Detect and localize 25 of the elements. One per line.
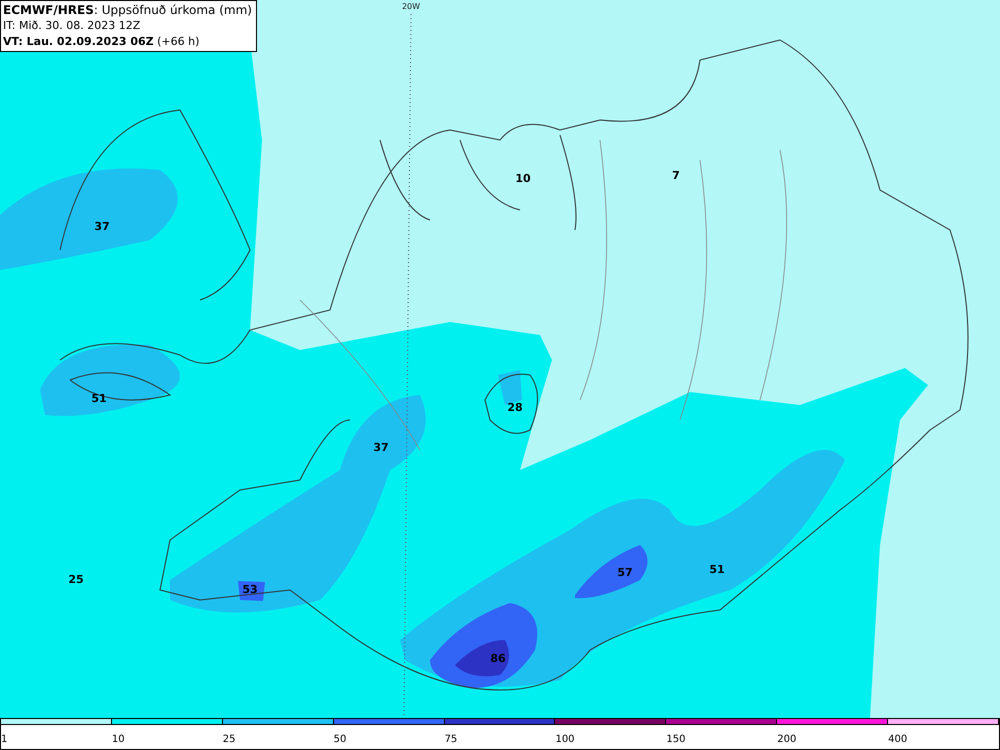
legend-label: 200 xyxy=(777,734,796,745)
legend-label: 75 xyxy=(444,734,458,745)
precipitation-area xyxy=(455,640,509,676)
precipitation-value: 53 xyxy=(242,583,258,596)
precipitation-value: 28 xyxy=(507,401,523,414)
legend-label: 50 xyxy=(334,734,346,745)
precipitation-value: 10 xyxy=(515,172,531,185)
legend-label: 1 xyxy=(1,734,8,745)
precipitation-value: 7 xyxy=(672,169,680,182)
valid-time: VT: Lau. 02.09.2023 06Z (+66 h) xyxy=(3,34,200,50)
precipitation-value: 25 xyxy=(68,573,84,586)
precipitation-value: 37 xyxy=(94,220,110,233)
precipitation-value: 37 xyxy=(373,441,389,454)
meridian-label: 20W xyxy=(402,2,420,11)
legend-label: 10 xyxy=(112,734,125,745)
precipitation-value: 86 xyxy=(490,652,506,665)
legend-label: 25 xyxy=(222,734,236,745)
map-title: ECMWF/HRES: Uppsöfnuð úrkoma (mm) xyxy=(3,2,253,18)
precipitation-value: 57 xyxy=(617,566,633,579)
precipitation-value: 51 xyxy=(709,563,725,576)
issue-time: IT: Mið. 30. 08. 2023 12Z xyxy=(3,18,140,34)
legend-label: 100 xyxy=(555,734,575,745)
precipitation-value: 51 xyxy=(91,392,107,405)
legend-label: 400 xyxy=(888,734,908,745)
legend-label: 150 xyxy=(666,734,686,745)
